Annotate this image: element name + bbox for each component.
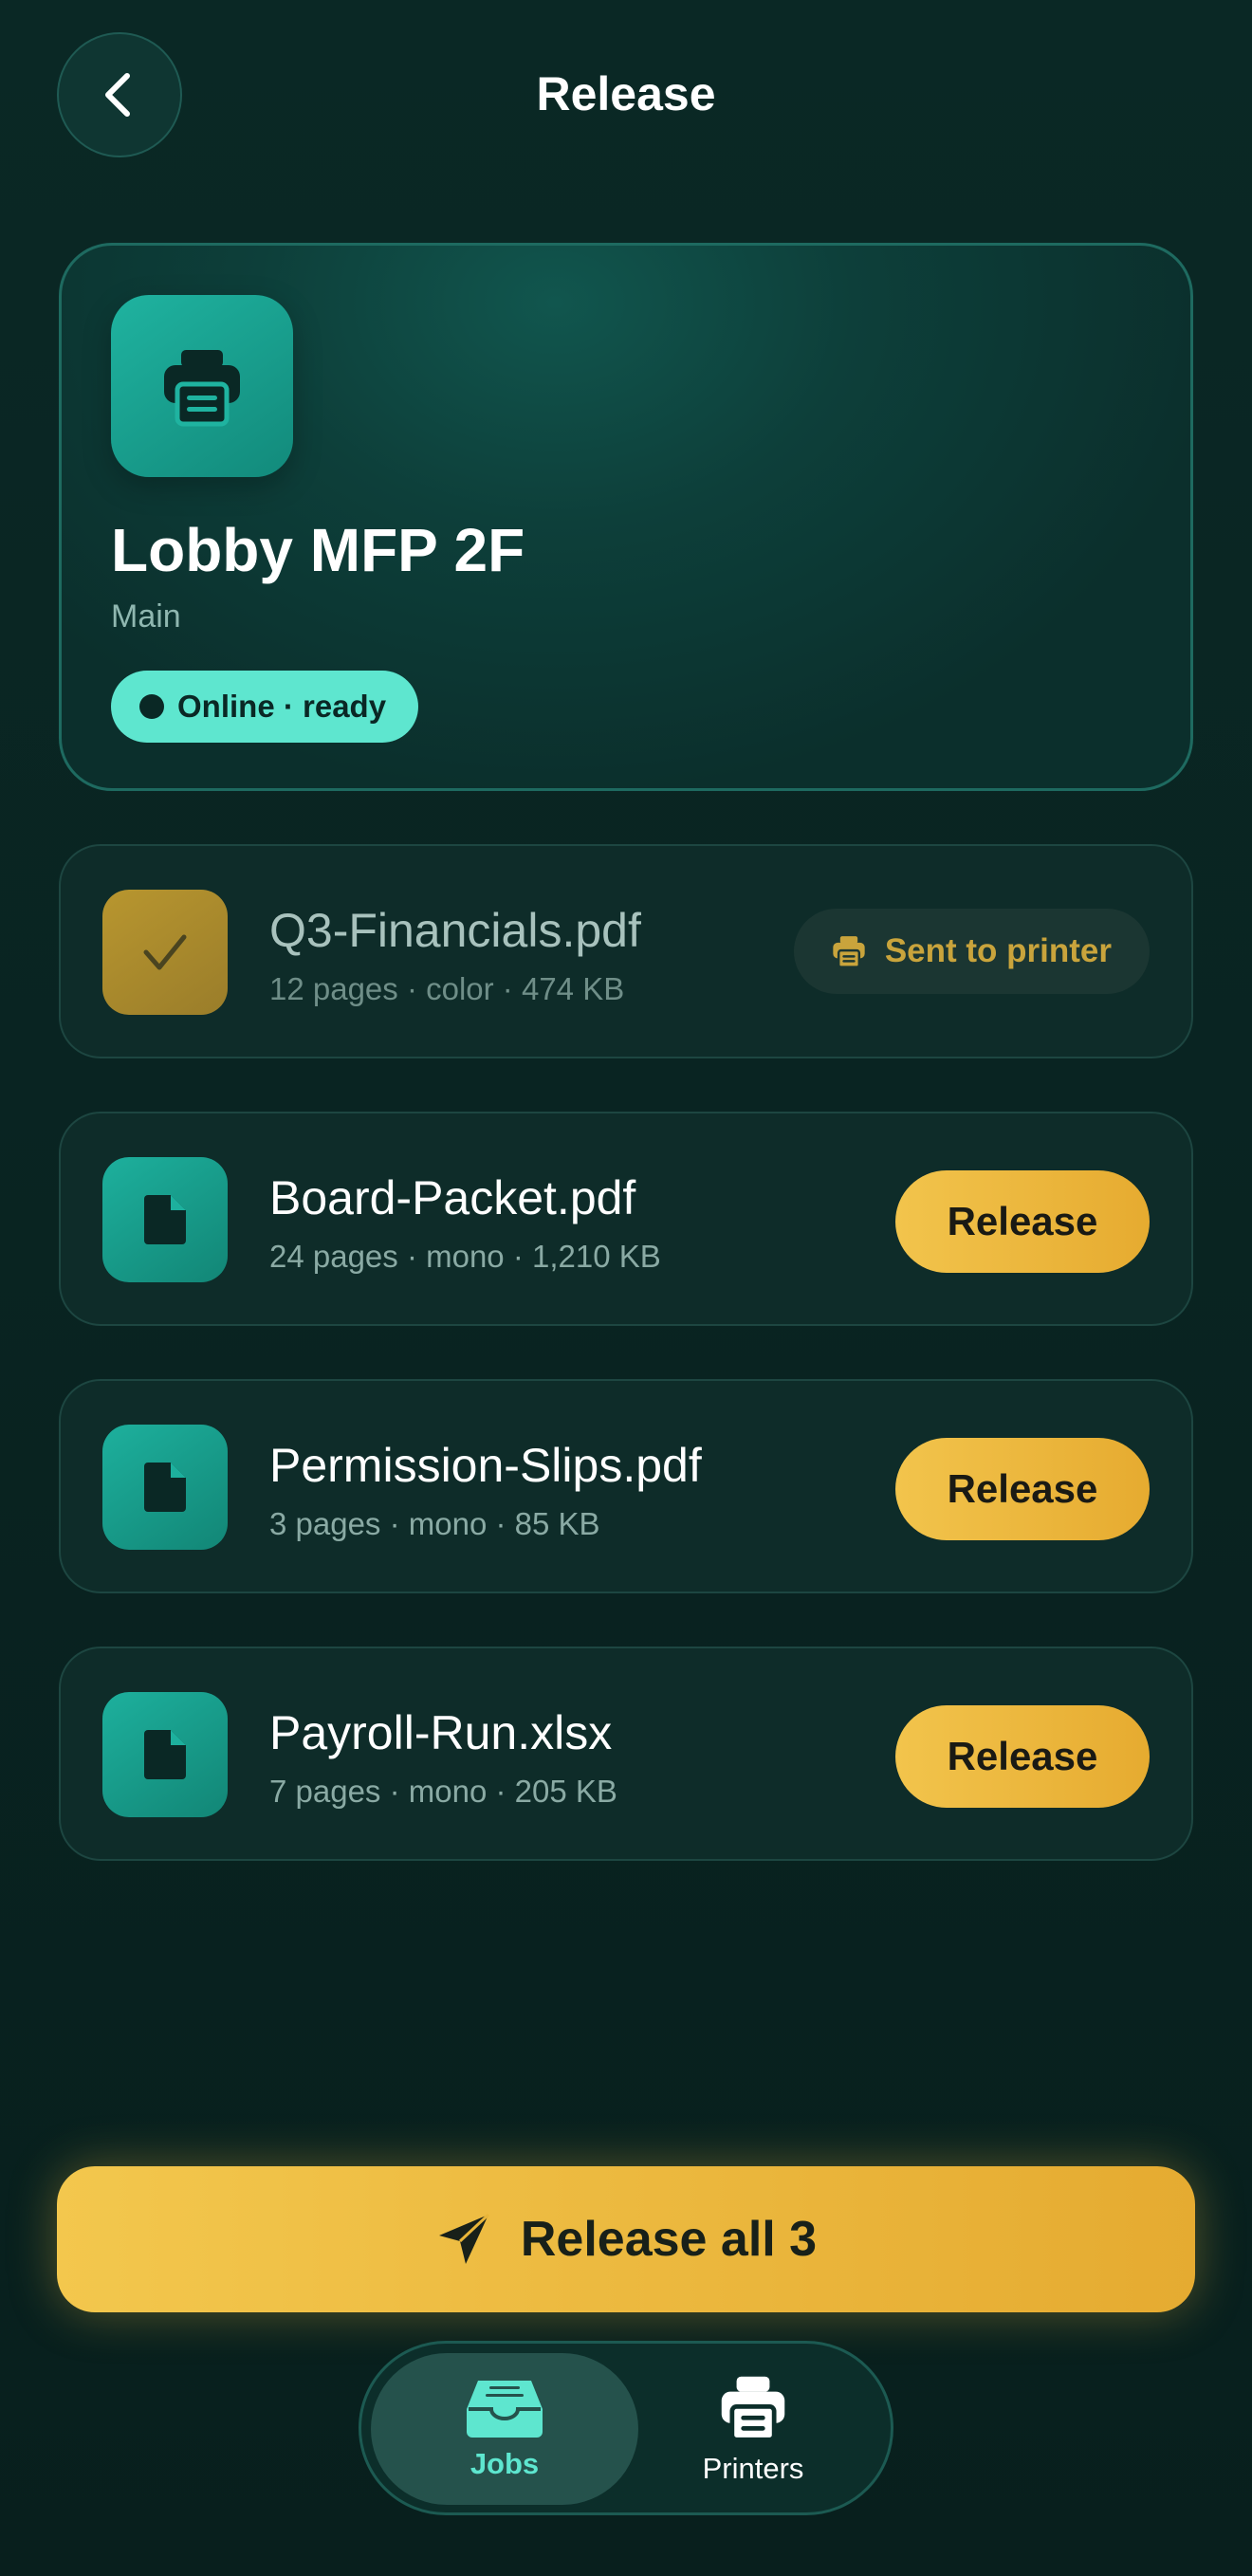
document-icon [102,1692,228,1817]
sent-label: Sent to printer [884,932,1112,969]
sent-status-badge: Sent to printer [793,909,1150,994]
status-badge: Online · ready [111,671,419,743]
printer-icon [721,2376,785,2442]
bottom-nav: Jobs Printers [359,2341,893,2515]
release-all-button[interactable]: Release all 3 [57,2166,1195,2312]
inbox-icon [467,2381,543,2438]
job-name: Q3-Financials.pdf [269,904,641,957]
job-card: Payroll-Run.xlsx 7 pages · mono · 205 KB… [59,1647,1193,1861]
status-dot-icon [139,694,164,719]
nav-label: Printers [702,2452,804,2485]
printer-name: Lobby MFP 2F [111,516,525,584]
printer-location: Main [111,598,181,635]
nav-label: Jobs [470,2447,540,2480]
job-card: Permission-Slips.pdf 3 pages · mono · 85… [59,1379,1193,1593]
job-card: Board-Packet.pdf 24 pages · mono · 1,210… [59,1112,1193,1326]
release-button[interactable]: Release [895,1170,1150,1273]
release-screen: Release Lobby MFP 2F Main Online · ready… [0,0,1252,2576]
document-icon [102,1425,228,1550]
page-title: Release [536,67,716,120]
printer-card: Lobby MFP 2F Main Online · ready [59,243,1193,791]
job-name: Permission-Slips.pdf [269,1439,702,1492]
job-card: Q3-Financials.pdf 12 pages · color · 474… [59,844,1193,1058]
status-text: Online · ready [177,689,387,724]
printer-icon [833,936,865,968]
job-meta: 12 pages · color · 474 KB [269,971,625,1006]
check-icon [102,890,228,1015]
release-button[interactable]: Release [895,1705,1150,1808]
job-name: Board-Packet.pdf [269,1171,636,1224]
job-meta: 3 pages · mono · 85 KB [269,1506,600,1541]
printer-icon [111,295,293,477]
nav-item-printers[interactable]: Printers [619,2353,887,2505]
job-meta: 24 pages · mono · 1,210 KB [269,1239,661,1274]
document-icon [102,1157,228,1282]
send-icon [438,2213,489,2264]
release-button[interactable]: Release [895,1438,1150,1540]
job-meta: 7 pages · mono · 205 KB [269,1774,617,1809]
job-name: Payroll-Run.xlsx [269,1706,613,1759]
release-all-label: Release all 3 [520,2212,818,2267]
nav-item-jobs[interactable]: Jobs [371,2353,638,2505]
